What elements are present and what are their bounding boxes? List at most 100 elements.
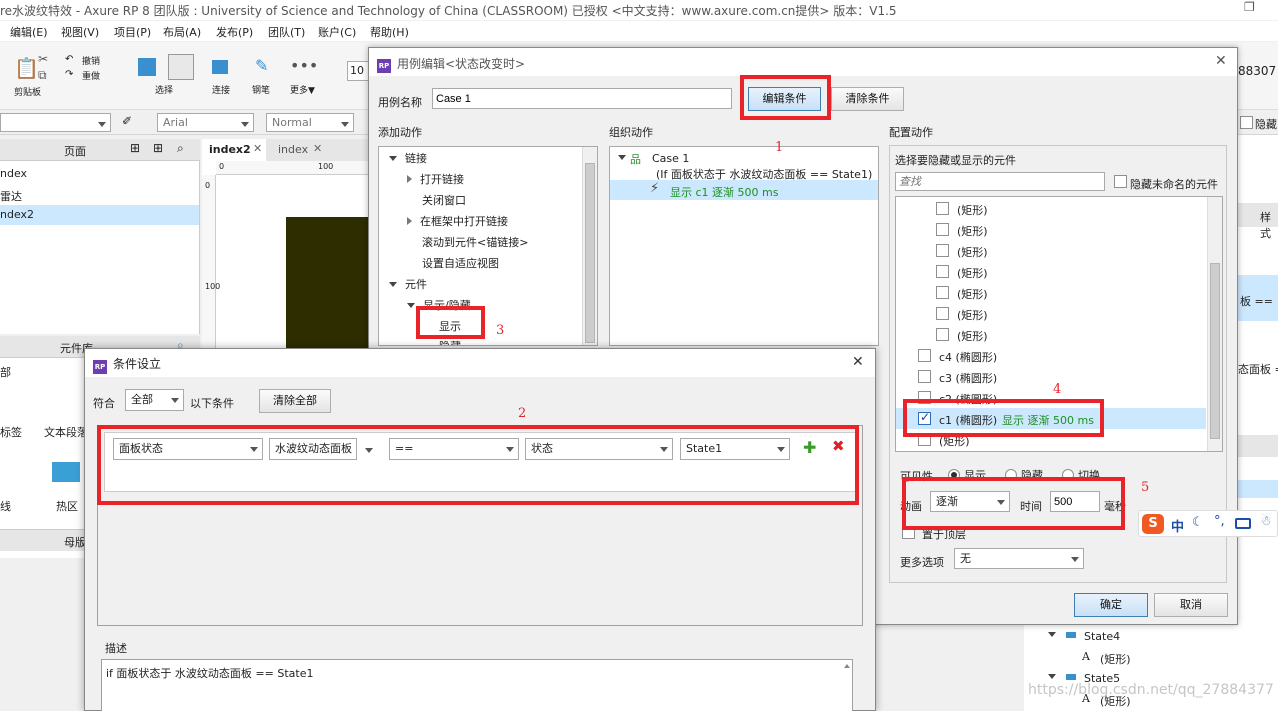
add-page-icon[interactable]: ⊞ [130,141,140,155]
widget-list-item[interactable]: (矩形) [896,261,1206,282]
paste-icon[interactable]: 📋 [14,56,39,80]
cut-icon[interactable]: ✂ [38,52,48,66]
moon-icon[interactable]: ☾ [1192,515,1204,530]
undo-icon[interactable]: ↶ [65,54,73,65]
scroll-up-icon[interactable] [844,664,850,668]
widgets-tab[interactable]: 部 [0,364,11,380]
match-select[interactable]: 全部 [125,389,184,411]
ime-lang[interactable]: 中 [1171,516,1184,535]
menu-view[interactable]: 视图(V) [61,24,99,40]
menu-account[interactable]: 账户(C) [318,24,356,40]
search-input[interactable] [895,172,1105,191]
cancel-button[interactable]: 取消 [1154,593,1228,617]
redo-icon[interactable]: ↷ [65,69,73,80]
widget-list-item[interactable]: (矩形) [896,240,1206,261]
expand-icon[interactable] [407,303,415,308]
description-box[interactable]: if 面板状态于 水波纹动态面板 == State1 [101,659,853,711]
hotspot-icon[interactable] [52,462,80,482]
zoom-field[interactable]: 10 [347,61,369,81]
widget-list-item[interactable]: (矩形) [896,219,1206,240]
tree-item[interactable]: 设置自适应视图 [422,255,499,271]
menu-edit[interactable]: 编辑(E) [10,24,48,40]
widget-label[interactable]: 标签 [0,424,22,440]
widget-list-item[interactable]: (矩形) [896,303,1206,324]
connect-icon[interactable] [212,60,228,74]
menu-help[interactable]: 帮助(H) [370,24,409,40]
menu-publish[interactable]: 发布(P) [216,24,253,40]
widget-checkbox[interactable] [936,202,949,215]
close-tab-icon[interactable]: ✕ [253,142,262,155]
add-action-scrollbar[interactable] [582,147,597,345]
page-item-selected[interactable]: ndex2 [0,205,199,225]
tab-index2[interactable]: index2 ✕ [202,139,266,161]
close-icon[interactable]: ✕ [1215,53,1227,69]
pen-label[interactable]: 钢笔 [252,83,270,96]
expand-icon[interactable] [618,155,626,160]
add-folder-icon[interactable]: ⊞ [153,141,163,155]
tree-item[interactable]: 滚动到元件<锚链接> [422,234,528,250]
widget-list-item[interactable]: (矩形) [896,198,1206,219]
expand-icon[interactable] [389,156,397,161]
dark-rectangle[interactable] [286,217,370,351]
connect-label[interactable]: 连接 [212,83,230,96]
page-item[interactable]: 雷达 [0,188,22,204]
tree-group-widget[interactable]: 元件 [389,276,427,292]
redo-label[interactable]: 重做 [82,69,100,82]
close-tab-icon[interactable]: ✕ [313,142,322,155]
select-icon[interactable] [138,58,156,76]
widget-checkbox[interactable] [918,370,931,383]
collapse-icon[interactable] [407,217,412,225]
action-row-selected[interactable]: ⚡ 显示 c1 逐渐 500 ms [610,180,878,200]
tree-item[interactable]: 关闭窗口 [422,192,466,208]
tree-group-link[interactable]: 链接 [389,150,427,166]
expand-icon[interactable] [389,282,397,287]
user-icon[interactable]: ☃ [1260,514,1272,529]
page-item[interactable]: ndex [0,167,27,180]
menu-project[interactable]: 项目(P) [114,24,151,40]
tree-item[interactable]: 在框架中打开链接 [407,213,508,229]
collapse-icon[interactable] [407,175,412,183]
tree-item[interactable]: 打开链接 [407,171,464,187]
undo-label[interactable]: 撤销 [82,54,100,67]
menu-team[interactable]: 团队(T) [268,24,305,40]
case-name-input[interactable] [432,88,732,109]
copy-icon[interactable]: ⧉ [38,68,47,83]
widget-list-item[interactable]: (矩形) [896,282,1206,303]
widget-checkbox[interactable] [936,286,949,299]
menu-layout[interactable]: 布局(A) [163,24,201,40]
case-label[interactable]: Case 1 [652,152,689,165]
ok-button[interactable]: 确定 [1074,593,1148,617]
more-label[interactable]: 更多▼ [290,83,315,96]
widget-list-item[interactable]: (矩形) [896,324,1206,345]
widget-list-item[interactable]: c3 (椭圆形) [896,366,1206,387]
clear-all-button[interactable]: 清除全部 [259,389,331,413]
more-options-select[interactable]: 无 [954,548,1084,569]
tree-item-hide[interactable]: 隐藏 [439,338,461,345]
widget-list-item[interactable]: c4 (椭圆形) [896,345,1206,366]
crop-icon[interactable] [168,54,194,80]
tree-rect[interactable]: (矩形) [1100,651,1131,667]
keyboard-icon[interactable] [1235,518,1251,529]
widget-checkbox[interactable] [936,307,949,320]
widget-line[interactable]: 线 [0,498,11,514]
restore-icon[interactable]: ❐ [1244,0,1255,14]
clear-condition-button[interactable]: 清除条件 [831,87,904,111]
widget-checkbox[interactable] [936,328,949,341]
tree-state4[interactable]: State4 [1084,630,1120,643]
more-icon[interactable]: ••• [290,56,318,75]
widget-paragraph[interactable]: 文本段落 [44,424,88,440]
widget-checkbox[interactable] [936,244,949,257]
font-style-select[interactable]: Normal [266,113,354,132]
canvas[interactable]: 0 100 0 100 [202,161,370,351]
pen-icon[interactable]: ✎ [255,56,268,75]
close-icon[interactable]: ✕ [852,354,864,370]
select-label[interactable]: 选择 [155,83,173,96]
sogou-logo-icon[interactable]: S [1142,514,1164,534]
widget-checkbox[interactable] [936,265,949,278]
format-painter-icon[interactable]: ✐ [122,114,132,128]
style-tab[interactable]: 样式 [1260,209,1278,241]
widget-list-scrollbar[interactable] [1207,197,1222,451]
widget-hotspot[interactable]: 热区 [56,498,78,514]
punct-icon[interactable]: °, [1214,514,1225,529]
style-select[interactable] [0,113,111,132]
